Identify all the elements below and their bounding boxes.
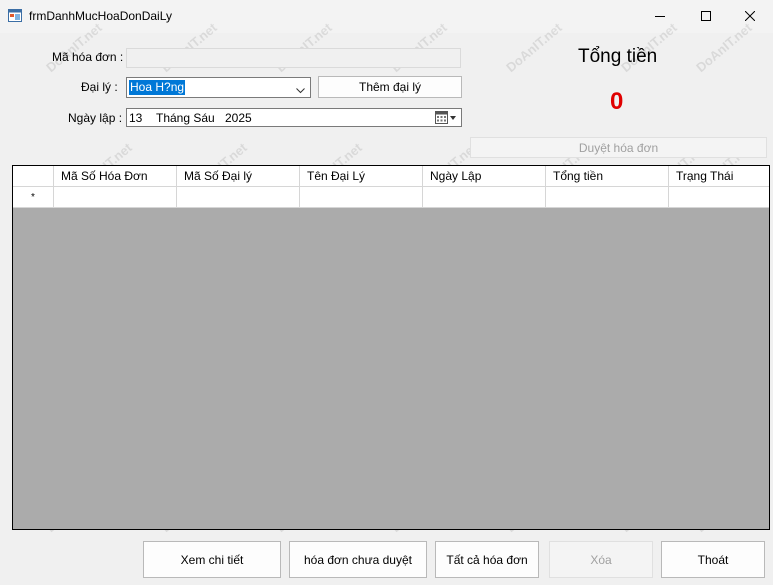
- agent-dropdown[interactable]: Hoa H?ng: [126, 77, 311, 98]
- table-cell[interactable]: [423, 187, 546, 208]
- invoice-id-label: Mã hóa đơn :: [52, 50, 124, 64]
- date-label: Ngày lập :: [68, 111, 123, 125]
- exit-button[interactable]: Thoát: [661, 541, 765, 578]
- date-picker[interactable]: 13 Tháng Sáu 2025: [126, 108, 462, 127]
- table-cell[interactable]: [54, 187, 177, 208]
- add-agent-button[interactable]: Thêm đại lý: [318, 76, 462, 98]
- view-details-button[interactable]: Xem chi tiết: [143, 541, 281, 578]
- maximize-button[interactable]: [683, 0, 729, 33]
- column-header[interactable]: Ngày Lập: [423, 166, 546, 187]
- agent-label: Đại lý :: [81, 80, 118, 94]
- column-header[interactable]: Mã Số Hóa Đơn: [54, 166, 177, 187]
- table-cell[interactable]: [300, 187, 423, 208]
- table-cell[interactable]: [177, 187, 300, 208]
- table-cell[interactable]: [669, 187, 769, 208]
- column-header[interactable]: Tổng tiền: [546, 166, 669, 187]
- date-year[interactable]: 2025: [225, 111, 252, 125]
- delete-button[interactable]: Xóa: [549, 541, 653, 578]
- total-value: 0: [610, 88, 624, 115]
- close-icon: [744, 10, 756, 24]
- all-invoices-button[interactable]: Tất cả hóa đơn: [435, 541, 539, 578]
- table-cell[interactable]: [546, 187, 669, 208]
- column-header[interactable]: Mã Số Đại lý: [177, 166, 300, 187]
- maximize-icon: [701, 10, 711, 24]
- approve-invoice-button[interactable]: Duyệt hóa đơn: [470, 137, 767, 158]
- calendar-icon[interactable]: [435, 111, 457, 124]
- agent-selected-value: Hoa H?ng: [129, 80, 186, 95]
- column-header[interactable]: Trạng Thái: [669, 166, 769, 187]
- minimize-icon: [655, 10, 665, 24]
- close-button[interactable]: [727, 0, 773, 33]
- new-row-marker[interactable]: *: [13, 187, 54, 208]
- date-month[interactable]: Tháng Sáu: [156, 111, 215, 125]
- window-title: frmDanhMucHoaDonDaiLy: [29, 9, 172, 23]
- column-header[interactable]: Tên Đại Lý: [300, 166, 423, 187]
- title-bar: frmDanhMucHoaDonDaiLy: [0, 0, 773, 33]
- grid-header: Mã Số Hóa Đơn Mã Số Đại lý Tên Đại Lý Ng…: [13, 166, 769, 187]
- invoice-id-field[interactable]: [126, 48, 461, 68]
- total-label: Tổng tiền: [578, 46, 658, 67]
- new-row[interactable]: *: [13, 187, 769, 208]
- chevron-down-icon[interactable]: [296, 83, 305, 97]
- invoice-grid[interactable]: Mã Số Hóa Đơn Mã Số Đại lý Tên Đại Lý Ng…: [12, 165, 770, 530]
- form-app-icon: [8, 9, 22, 22]
- date-day[interactable]: 13: [129, 111, 142, 125]
- minimize-button[interactable]: [637, 0, 683, 33]
- row-header-corner[interactable]: [13, 166, 54, 187]
- unapproved-invoices-button[interactable]: hóa đơn chưa duyệt: [289, 541, 427, 578]
